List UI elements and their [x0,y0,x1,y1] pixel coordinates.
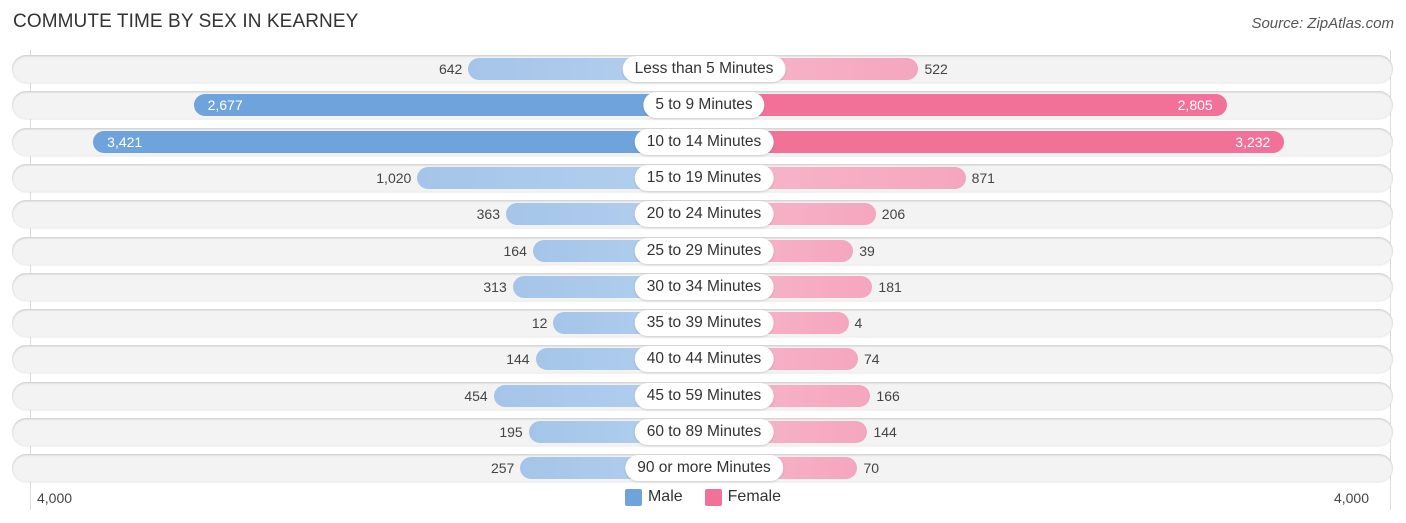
legend-label-female: Female [727,488,782,505]
value-label-female: 144 [873,424,897,440]
bar-male[interactable] [93,130,704,153]
value-label-male: 2,677 [207,97,243,114]
value-label-female: 206 [881,206,906,223]
value-label-male: 313 [483,278,507,295]
value-label-male: 1,020 [376,169,412,186]
value-label-male: 257 [490,460,515,477]
category-label: 35 to 39 Minutes [634,310,774,337]
value-label-male: 363 [476,206,500,223]
value-label-female: 74 [863,351,880,368]
legend-swatch-male [624,488,642,506]
legend-item-female[interactable]: Female [704,488,782,506]
legend-swatch-female [704,488,722,506]
value-label-male: 144 [506,351,530,368]
category-label: 40 to 44 Minutes [634,346,774,373]
chart-title: COMMUTE TIME BY SEX IN KEARNEY [13,11,359,32]
legend-label-male: Male [647,488,683,505]
value-label-female: 166 [876,387,900,404]
category-label: 20 to 24 Minutes [634,201,774,228]
category-label: 15 to 19 Minutes [634,164,774,191]
category-label: 45 to 59 Minutes [634,382,774,409]
value-label-female: 871 [971,169,995,186]
value-label-male: 3,421 [107,133,143,150]
value-label-male: 164 [503,242,527,259]
value-label-female: 70 [863,460,880,477]
category-label: Less than 5 Minutes [622,56,786,82]
bar-female[interactable] [704,130,1285,153]
category-label: 30 to 34 Minutes [634,273,774,300]
category-label: 90 or more Minutes [625,455,783,482]
legend: Male Female [0,488,1406,506]
category-label: 10 to 14 Minutes [634,128,774,155]
value-label-female: 522 [924,61,948,77]
legend-item-male[interactable]: Male [624,488,683,506]
bar-male[interactable] [193,94,704,117]
value-label-male: 12 [531,315,548,332]
value-label-female: 39 [859,242,875,259]
value-label-male: 642 [438,61,463,77]
category-label: 5 to 9 Minutes [643,92,765,119]
value-label-female: 3,232 [1235,133,1271,150]
value-label-female: 2,805 [1177,97,1213,114]
category-label: 25 to 29 Minutes [634,237,774,264]
value-label-female: 181 [878,278,902,295]
value-label-female: 4 [854,315,863,332]
value-label-male: 195 [499,424,523,440]
value-label-male: 454 [464,387,488,404]
category-label: 60 to 89 Minutes [634,419,774,445]
bar-female[interactable] [704,94,1227,117]
source-label: Source: ZipAtlas.com [1251,15,1394,32]
